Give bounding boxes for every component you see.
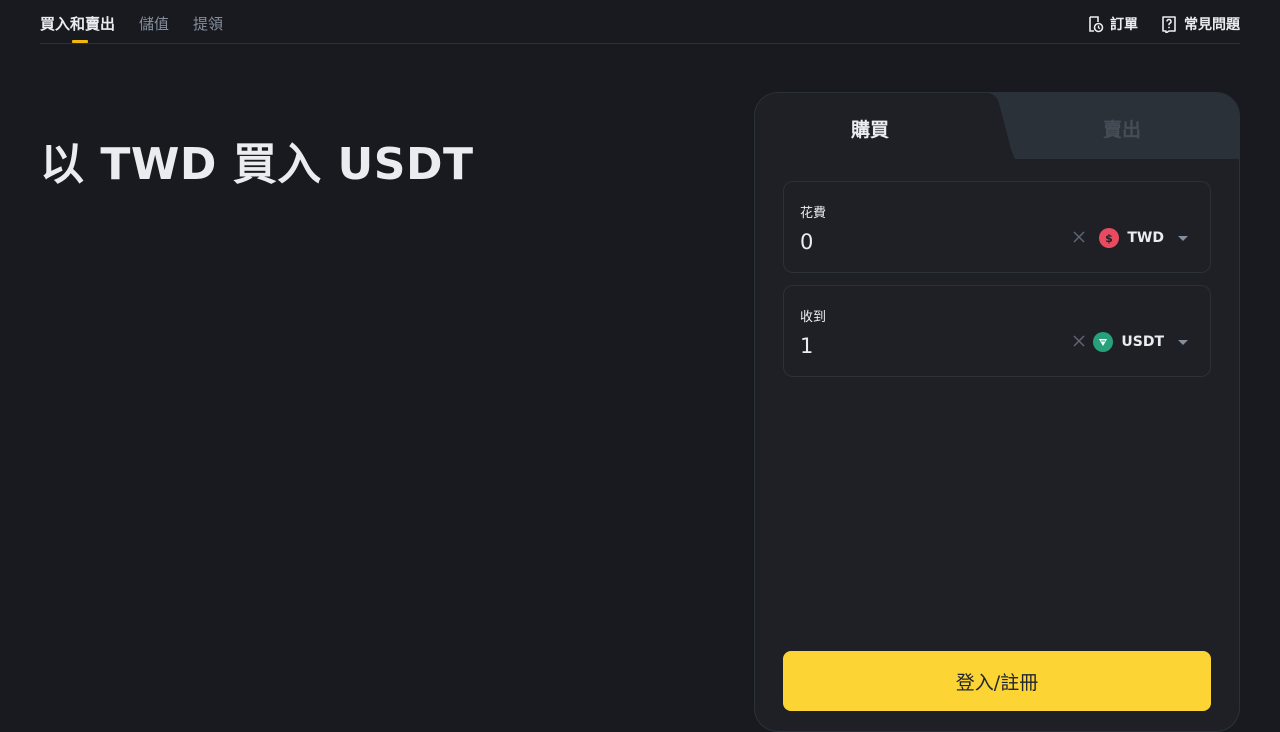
- tab-deposit-label: 儲值: [139, 15, 170, 33]
- panel-tabs: 購買 賣出: [755, 93, 1239, 159]
- receive-currency-label: USDT: [1121, 334, 1164, 350]
- tab-deposit[interactable]: 儲值: [139, 13, 169, 43]
- orders-link[interactable]: 訂單: [1086, 13, 1138, 35]
- svg-text:$: $: [1106, 232, 1114, 244]
- login-register-button[interactable]: 登入/註冊: [783, 651, 1211, 711]
- faq-link-label: 常見問題: [1184, 17, 1240, 33]
- faq-link[interactable]: 常見問題: [1160, 13, 1240, 35]
- top-navigation: 買入和賣出 儲值 提領 訂單 常見問題: [40, 0, 1240, 44]
- tab-buy[interactable]: 購買: [851, 115, 889, 142]
- trade-panel: 購買 賣出 花費 $ TWD 收到 USDT 登入/註冊: [754, 92, 1240, 732]
- chevron-down-icon: [1178, 339, 1188, 345]
- chevron-down-icon: [1178, 235, 1188, 241]
- spend-currency-label: TWD: [1127, 230, 1164, 246]
- clear-receive-icon[interactable]: [1072, 334, 1086, 348]
- tab-buy-sell[interactable]: 買入和賣出: [40, 13, 115, 43]
- clear-spend-icon[interactable]: [1072, 230, 1086, 244]
- tab-buy-sell-label: 買入和賣出: [40, 15, 116, 33]
- orders-icon: [1089, 16, 1104, 33]
- active-tab-indicator: [72, 40, 88, 43]
- tab-withdraw[interactable]: 提領: [193, 13, 223, 43]
- spend-field: 花費 $ TWD: [783, 181, 1211, 273]
- faq-icon: [1162, 16, 1176, 33]
- spend-input[interactable]: [800, 228, 1060, 256]
- usdt-coin-icon: [1093, 332, 1114, 352]
- nav-tabs: 買入和賣出 儲值 提領: [40, 13, 223, 43]
- spend-label: 花費: [800, 206, 827, 221]
- tab-withdraw-label: 提領: [193, 15, 224, 33]
- top-links: 訂單 常見問題: [1086, 13, 1240, 35]
- receive-label: 收到: [800, 310, 827, 325]
- receive-currency-select[interactable]: USDT: [1093, 330, 1188, 354]
- twd-coin-icon: $: [1099, 228, 1120, 248]
- orders-link-label: 訂單: [1110, 17, 1138, 33]
- page-title: 以 TWD 買入 USDT: [40, 139, 474, 190]
- receive-field: 收到 USDT: [783, 285, 1211, 377]
- tab-sell[interactable]: 賣出: [1103, 115, 1141, 142]
- receive-input[interactable]: [800, 332, 1060, 360]
- spend-currency-select[interactable]: $ TWD: [1099, 226, 1188, 250]
